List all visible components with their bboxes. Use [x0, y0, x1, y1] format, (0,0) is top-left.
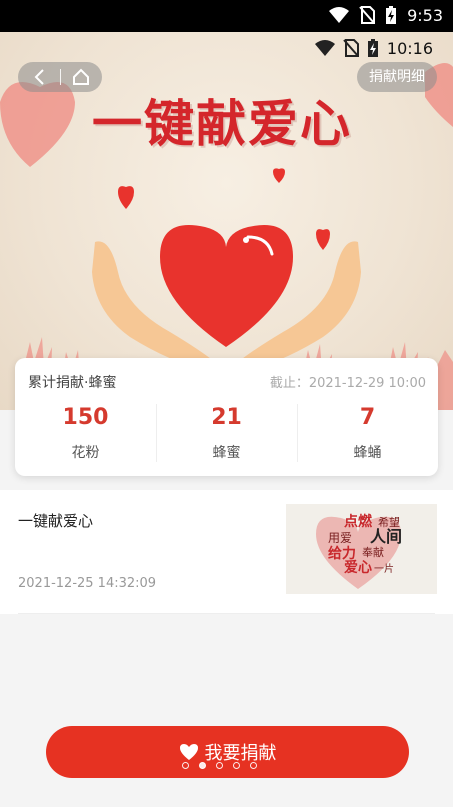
wifi-icon — [314, 40, 335, 56]
svg-text:用爱: 用爱 — [328, 531, 352, 545]
donation-detail-button[interactable]: 捐献明细 — [357, 62, 437, 92]
pager-dot-active[interactable] — [199, 762, 206, 769]
heart-icon — [179, 744, 198, 760]
battery-charging-icon — [367, 39, 378, 57]
svg-text:爱心: 爱心 — [344, 560, 372, 576]
stat-honey: 21 蜂蜜 — [156, 402, 297, 462]
pager-dot[interactable] — [250, 762, 257, 769]
pager-dot[interactable] — [182, 762, 189, 769]
system-status-bar: 9:53 — [0, 0, 453, 32]
battery-charging-icon — [386, 6, 397, 24]
list-divider — [18, 613, 435, 614]
svg-text:点燃: 点燃 — [344, 513, 373, 530]
donate-button[interactable]: 我要捐献 — [46, 726, 409, 778]
back-button[interactable] — [18, 62, 60, 92]
stat-pupa: 7 蜂蛹 — [297, 402, 438, 462]
pager-dots — [182, 762, 257, 769]
stats-card: 累计捐献·蜂蜜 截止：2021-12-29 10:00 150 花粉 21 蜂蜜… — [15, 358, 438, 476]
home-icon — [73, 68, 90, 85]
list-item-date: 2021-12-25 14:32:09 — [18, 576, 157, 591]
list-item-title: 一键献爱心 — [18, 512, 94, 530]
stat-unit: 蜂蛹 — [353, 445, 382, 461]
svg-text:一片: 一片 — [374, 562, 394, 575]
svg-text:人间: 人间 — [370, 527, 402, 546]
list-item[interactable]: 一键献爱心 2021-12-25 14:32:09 点燃 希望 用爱 人间 给力… — [0, 490, 453, 614]
stat-value: 21 — [211, 405, 242, 430]
list-item-thumbnail: 点燃 希望 用爱 人间 给力 奉献 爱心 一片 — [286, 504, 437, 594]
svg-text:奉献: 奉献 — [362, 545, 384, 559]
stat-unit: 花粉 — [71, 445, 100, 461]
stats-label: 累计捐献·蜂蜜 — [28, 375, 117, 391]
pager-dot[interactable] — [216, 762, 223, 769]
banner-title: 一键献爱心 — [92, 94, 352, 153]
banner: 10:16 捐献明细 一键献爱心 — [0, 32, 453, 410]
stats-date: 截止：2021-12-29 10:00 — [269, 376, 426, 391]
inner-clock: 10:16 — [386, 38, 433, 58]
nav-pill — [18, 62, 102, 92]
system-clock: 9:53 — [407, 5, 443, 25]
pager-dot[interactable] — [233, 762, 240, 769]
no-sim-icon — [359, 6, 376, 24]
chevron-left-icon — [34, 69, 44, 85]
stat-unit: 蜂蜜 — [212, 445, 241, 461]
heart-words-image: 点燃 希望 用爱 人间 给力 奉献 爱心 一片 — [316, 513, 402, 589]
no-sim-icon — [343, 39, 359, 57]
stat-pollen: 150 花粉 — [15, 402, 156, 462]
stat-value: 150 — [62, 405, 109, 430]
stat-value: 7 — [359, 405, 376, 430]
inner-status-bar: 10:16 — [314, 38, 433, 58]
wifi-icon — [329, 7, 350, 23]
